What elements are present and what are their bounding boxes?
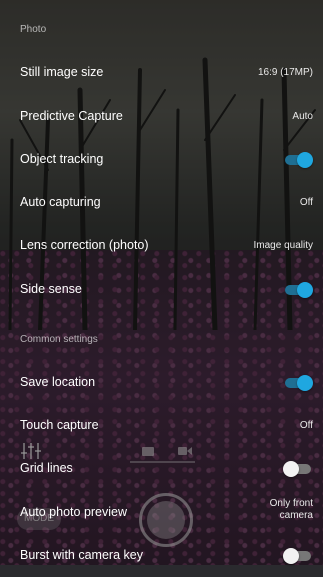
side-sense-toggle[interactable] [283, 282, 313, 298]
setting-auto-capturing[interactable]: Auto capturing Off [0, 181, 323, 224]
setting-value: Auto [292, 111, 313, 122]
setting-value: Image quality [253, 240, 313, 251]
burst-toggle[interactable] [283, 548, 313, 564]
setting-value: Off [299, 197, 313, 208]
setting-label: Touch capture [20, 418, 99, 432]
setting-label: Side sense [20, 282, 82, 296]
setting-value: Only front camera [269, 498, 313, 521]
section-header-photo: Photo [20, 24, 47, 35]
setting-label: Auto capturing [20, 195, 101, 209]
object-tracking-toggle[interactable] [283, 152, 313, 168]
setting-label: Burst with camera key [20, 548, 143, 562]
setting-value: Off [299, 420, 313, 431]
setting-label: Object tracking [20, 152, 104, 166]
setting-label: Save location [20, 375, 96, 389]
camera-settings-panel: Photo Still image size 16:9 (17MP) Predi… [0, 0, 323, 565]
setting-label: Predictive Capture [20, 109, 123, 123]
setting-still-image-size[interactable]: Still image size 16:9 (17MP) [0, 51, 323, 94]
setting-value: 16:9 (17MP) [257, 67, 313, 78]
setting-predictive-capture[interactable]: Predictive Capture Auto [0, 95, 323, 138]
setting-label: Lens correction (photo) [20, 238, 149, 252]
setting-save-location[interactable]: Save location [0, 361, 323, 404]
setting-grid-lines[interactable]: Grid lines [0, 447, 323, 490]
setting-label: Auto photo preview [20, 505, 128, 519]
setting-object-tracking[interactable]: Object tracking [0, 138, 323, 181]
save-location-toggle[interactable] [283, 375, 313, 391]
setting-auto-photo-preview[interactable]: Auto photo preview Only front camera [0, 491, 323, 534]
grid-lines-toggle[interactable] [283, 461, 313, 477]
setting-burst-with-camera-key[interactable]: Burst with camera key [0, 534, 323, 577]
setting-touch-capture[interactable]: Touch capture Off [0, 404, 323, 447]
setting-lens-correction[interactable]: Lens correction (photo) Image quality [0, 224, 323, 267]
setting-label: Grid lines [20, 461, 73, 475]
setting-side-sense[interactable]: Side sense [0, 268, 323, 311]
section-header-common: Common settings [20, 334, 98, 345]
setting-label: Still image size [20, 65, 104, 79]
